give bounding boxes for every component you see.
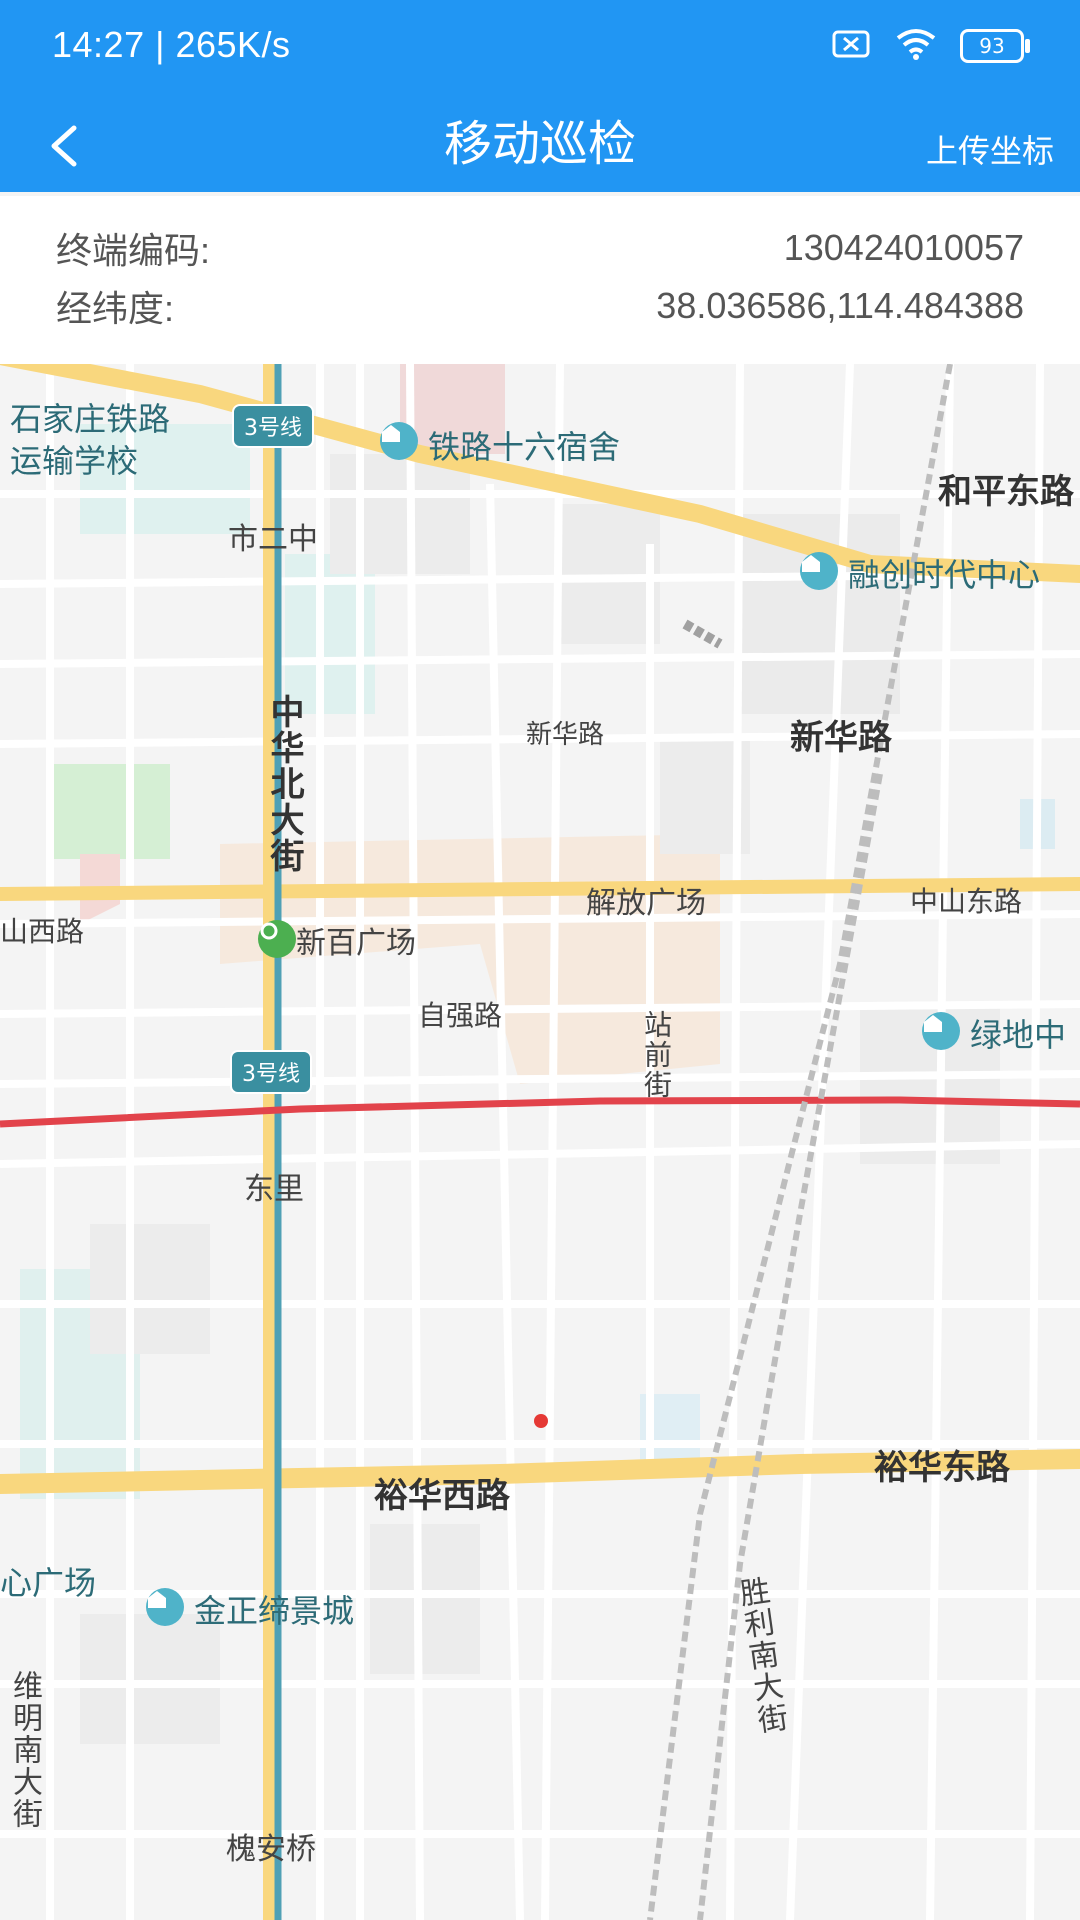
map-label-xinhualu-east: 新华路 [790, 719, 892, 757]
building-icon [146, 1588, 184, 1626]
map-label-zhanqian: 站前街 [641, 1010, 672, 1100]
map-label-xinguangchang: 心广场 [0, 1565, 97, 1601]
map-label-zhongshanxi: 山西路 [0, 916, 85, 947]
terminal-value: 130424010057 [783, 227, 1024, 268]
map-label-zhongshandong: 中山东路 [910, 886, 1023, 917]
terminal-label: 终端编码: [56, 230, 211, 271]
coordinate-label: 经纬度: [56, 288, 175, 329]
map-label-jiefang: 解放广场 [586, 887, 706, 920]
building-icon [380, 422, 418, 460]
coordinate-row: 经纬度: 38.036586,114.484388 [56, 278, 1024, 334]
terminal-row: 终端编码: 130424010057 [56, 220, 1024, 276]
status-bar: 14:27 | 265K/s 93 [0, 0, 1080, 96]
map-label-huaian: 槐安桥 [226, 1833, 316, 1866]
metro-station-icon [258, 920, 296, 958]
map-label-yuhuaxi: 裕华西路 [374, 1477, 510, 1515]
map-view[interactable]: 3号线 3号线 石家庄铁路 运输学校 铁路十六宿舍 和平东路 融创时代中心 市二… [0, 364, 1080, 1920]
map-label-jinzheng: 金正缔景城 [194, 1593, 355, 1629]
upload-coordinates-button[interactable]: 上传坐标 [926, 118, 1054, 180]
map-label-yuhuadong: 裕华东路 [874, 1449, 1010, 1487]
metro-line-badge: 3号线 [230, 1050, 312, 1094]
map-label-dorm: 铁路十六宿舍 [428, 429, 621, 465]
map-canvas [0, 364, 1080, 1920]
status-time-speed: 14:27 | 265K/s [52, 24, 291, 65]
map-label-weiming: 维明南大街 [8, 1670, 41, 1830]
device-info-card: 终端编码: 130424010057 经纬度: 38.036586,114.48… [0, 196, 1080, 366]
map-label-xinhualu: 新华路 [526, 719, 605, 749]
map-label-xinbai: 新百广场 [296, 927, 416, 960]
page-title: 移动巡检 [443, 118, 636, 171]
metro-line-badge: 3号线 [232, 404, 314, 448]
map-label-zhonghuabei: 中华北大街 [265, 694, 303, 874]
map-label-school: 石家庄铁路 运输学校 [10, 401, 171, 479]
coordinate-value: 38.036586,114.484388 [656, 285, 1024, 326]
location-pin-icon[interactable] [534, 1414, 548, 1428]
building-icon [922, 1012, 960, 1050]
wifi-icon [894, 28, 938, 64]
battery-indicator: 93 [960, 29, 1030, 63]
map-label-rongchuang: 融创时代中心 [848, 557, 1041, 593]
sim-off-icon [832, 29, 872, 63]
map-label-hepingdong: 和平东路 [938, 473, 1074, 511]
map-label-ziqiang: 自强路 [418, 1000, 503, 1031]
building-icon [800, 552, 838, 590]
map-label-dongli: 东里 [244, 1173, 304, 1206]
map-label-shierzhong: 市二中 [228, 523, 318, 556]
map-label-lvdi: 绿地中 [970, 1017, 1067, 1053]
app-bar: 14:27 | 265K/s 93 移动巡检 上传坐标 [0, 0, 1080, 192]
